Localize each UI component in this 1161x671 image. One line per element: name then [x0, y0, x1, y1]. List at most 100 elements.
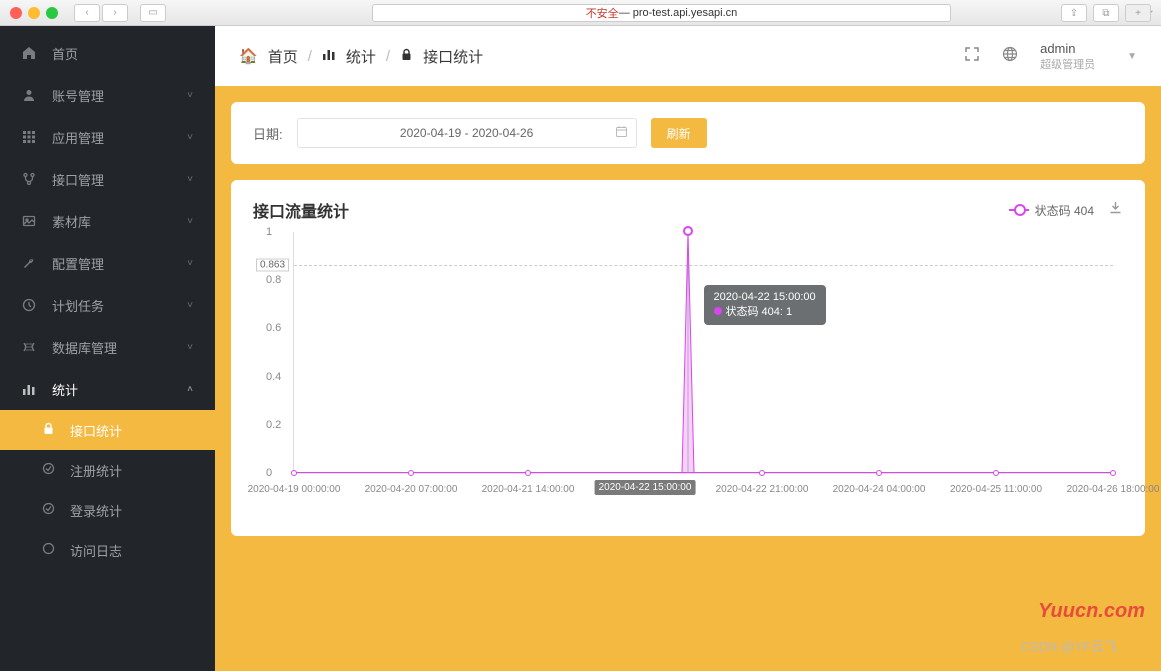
- stats-icon: [322, 47, 336, 65]
- new-tab-button[interactable]: +: [1125, 4, 1151, 22]
- sidebar-item-stats[interactable]: 统计 ˄: [0, 368, 215, 410]
- minimize-window-icon[interactable]: [28, 7, 40, 19]
- sidebar-item-home[interactable]: 首页: [0, 32, 215, 74]
- chart-title: 接口流量统计: [253, 198, 349, 222]
- chevron-down-icon: ˅: [187, 300, 193, 311]
- data-spike: [681, 232, 695, 473]
- download-icon[interactable]: [1108, 200, 1123, 220]
- sidebar-sub-label: 登录统计: [70, 501, 122, 520]
- sidebar-item-label: 应用管理: [52, 128, 104, 147]
- circle-check-icon: [42, 462, 60, 478]
- x-axis-tick: 2020-04-22 15:00:00: [595, 480, 696, 495]
- chevron-down-icon[interactable]: ▼: [1127, 51, 1137, 62]
- user-role: 超级管理员: [1040, 56, 1095, 72]
- tooltip-dot-icon: [714, 307, 722, 315]
- share-button[interactable]: ⇪: [1061, 4, 1087, 22]
- sidebar-toggle-button[interactable]: ▭: [140, 4, 166, 22]
- data-point: [525, 470, 531, 476]
- lock-icon: [42, 422, 60, 438]
- apps-icon: [22, 130, 40, 144]
- sidebar-item-label: 计划任务: [52, 296, 104, 315]
- user-menu[interactable]: admin 超级管理员: [1040, 41, 1095, 72]
- legend-swatch-icon: [1009, 209, 1029, 211]
- chevron-down-icon: ˅: [187, 132, 193, 143]
- sidebar-sub-item[interactable]: 注册统计: [0, 450, 215, 490]
- data-point: [759, 470, 765, 476]
- y-axis-tick: 0.6: [266, 322, 281, 334]
- marker-line: [294, 265, 1113, 266]
- url-bar[interactable]: 不安全 — pro-test.api.yesapi.cn ⟳: [372, 4, 951, 22]
- sidebar-item-clock[interactable]: 计划任务 ˅: [0, 284, 215, 326]
- browser-chrome: ‹ › ▭ 不安全 — pro-test.api.yesapi.cn ⟳ ⇪ ⧉…: [0, 0, 1161, 26]
- y-axis-tick: 0.8: [266, 274, 281, 286]
- y-axis-tick: 0.4: [266, 371, 281, 383]
- sidebar-item-fork[interactable]: 接口管理˅: [0, 158, 215, 200]
- maximize-window-icon[interactable]: [46, 7, 58, 19]
- y-axis-tick: 0.2: [266, 419, 281, 431]
- stats-icon: [22, 382, 40, 396]
- legend-label: 状态码 404: [1035, 202, 1094, 219]
- close-window-icon[interactable]: [10, 7, 22, 19]
- circle-check-icon: [42, 502, 60, 518]
- x-axis-tick: 2020-04-21 14:00:00: [482, 484, 575, 495]
- chart-plot[interactable]: 0.863 2020-04-22 15:00:00 状态码 404: 1: [293, 232, 1113, 512]
- lock-icon: [400, 48, 413, 65]
- data-spike-point-icon: [683, 226, 693, 236]
- x-axis-tick: 2020-04-25 11:00:00: [950, 484, 1042, 495]
- legend-item-404[interactable]: 状态码 404: [1009, 202, 1094, 219]
- breadcrumb-stats[interactable]: 统计: [346, 46, 376, 67]
- circle-icon: [42, 542, 60, 558]
- sidebar-sub-label: 注册统计: [70, 461, 122, 480]
- sidebar-item-apps[interactable]: 应用管理 ˅: [0, 116, 215, 158]
- sidebar-sub-label: 接口统计: [70, 421, 122, 440]
- sidebar-item-label: 接口管理: [52, 170, 104, 189]
- forward-button[interactable]: ›: [102, 4, 128, 22]
- data-point: [408, 470, 414, 476]
- wrench-icon: [22, 256, 40, 270]
- filter-card: 日期: 2020-04-19 - 2020-04-26 刷新: [231, 102, 1145, 164]
- sidebar-item-label: 首页: [52, 44, 78, 63]
- clock-icon: [22, 298, 40, 312]
- insecure-label: 不安全: [586, 5, 619, 21]
- sidebar-sub-label: 访问日志: [70, 541, 122, 560]
- tabs-button[interactable]: ⧉: [1093, 4, 1119, 22]
- sidebar-sub-item[interactable]: 接口统计: [0, 410, 215, 450]
- chevron-down-icon: ˅: [187, 90, 193, 101]
- sidebar-item-photo[interactable]: 素材库˅: [0, 200, 215, 242]
- breadcrumb-current: 接口统计: [423, 46, 483, 67]
- photo-icon: [22, 214, 40, 228]
- x-axis-tick: 2020-04-22 21:00:00: [716, 484, 809, 495]
- sidebar-item-label: 配置管理: [52, 254, 104, 273]
- chevron-down-icon: ˅: [187, 216, 193, 227]
- sidebar: 首页账号管理˅应用管理˅接口管理˅素材库˅配置管理˅计划任务˅数据库管理˅统计˄…: [0, 26, 215, 671]
- x-axis-tick: 2020-04-26 18:00:00: [1067, 484, 1160, 495]
- sidebar-item-label: 账号管理: [52, 86, 104, 105]
- refresh-button[interactable]: 刷新: [651, 118, 707, 148]
- sidebar-item-db[interactable]: 数据库管理˅: [0, 326, 215, 368]
- x-axis-tick: 2020-04-19 00:00:00: [248, 484, 341, 495]
- breadcrumb: 🏠 首页 / 统计 / 接口统计: [239, 46, 483, 67]
- fullscreen-icon[interactable]: [964, 46, 984, 66]
- db-icon: [22, 340, 40, 354]
- chevron-up-icon: ˄: [187, 384, 193, 395]
- fork-icon: [22, 172, 40, 186]
- y-axis-tick: 1: [266, 226, 272, 238]
- sidebar-item-label: 数据库管理: [52, 338, 117, 357]
- breadcrumb-home[interactable]: 首页: [268, 46, 298, 67]
- person-icon: [22, 88, 40, 102]
- sidebar-item-person[interactable]: 账号管理 ˅: [0, 74, 215, 116]
- tooltip-time: 2020-04-22 15:00:00: [714, 291, 816, 303]
- sidebar-item-label: 统计: [52, 380, 78, 399]
- sidebar-sub-item[interactable]: 访问日志: [0, 530, 215, 570]
- globe-icon[interactable]: [1002, 46, 1022, 66]
- chart-card: 接口流量统计 状态码 404 0.863: [231, 180, 1145, 536]
- date-label: 日期:: [253, 124, 283, 143]
- date-range-value: 2020-04-19 - 2020-04-26: [400, 126, 533, 140]
- sidebar-item-wrench[interactable]: 配置管理 ˅: [0, 242, 215, 284]
- sidebar-sub-item[interactable]: 登录统计: [0, 490, 215, 530]
- chart-tooltip: 2020-04-22 15:00:00 状态码 404: 1: [704, 285, 826, 325]
- back-button[interactable]: ‹: [74, 4, 100, 22]
- topbar: 🏠 首页 / 统计 / 接口统计: [215, 26, 1161, 86]
- date-range-input[interactable]: 2020-04-19 - 2020-04-26: [297, 118, 637, 148]
- chevron-down-icon: ˅: [187, 258, 193, 269]
